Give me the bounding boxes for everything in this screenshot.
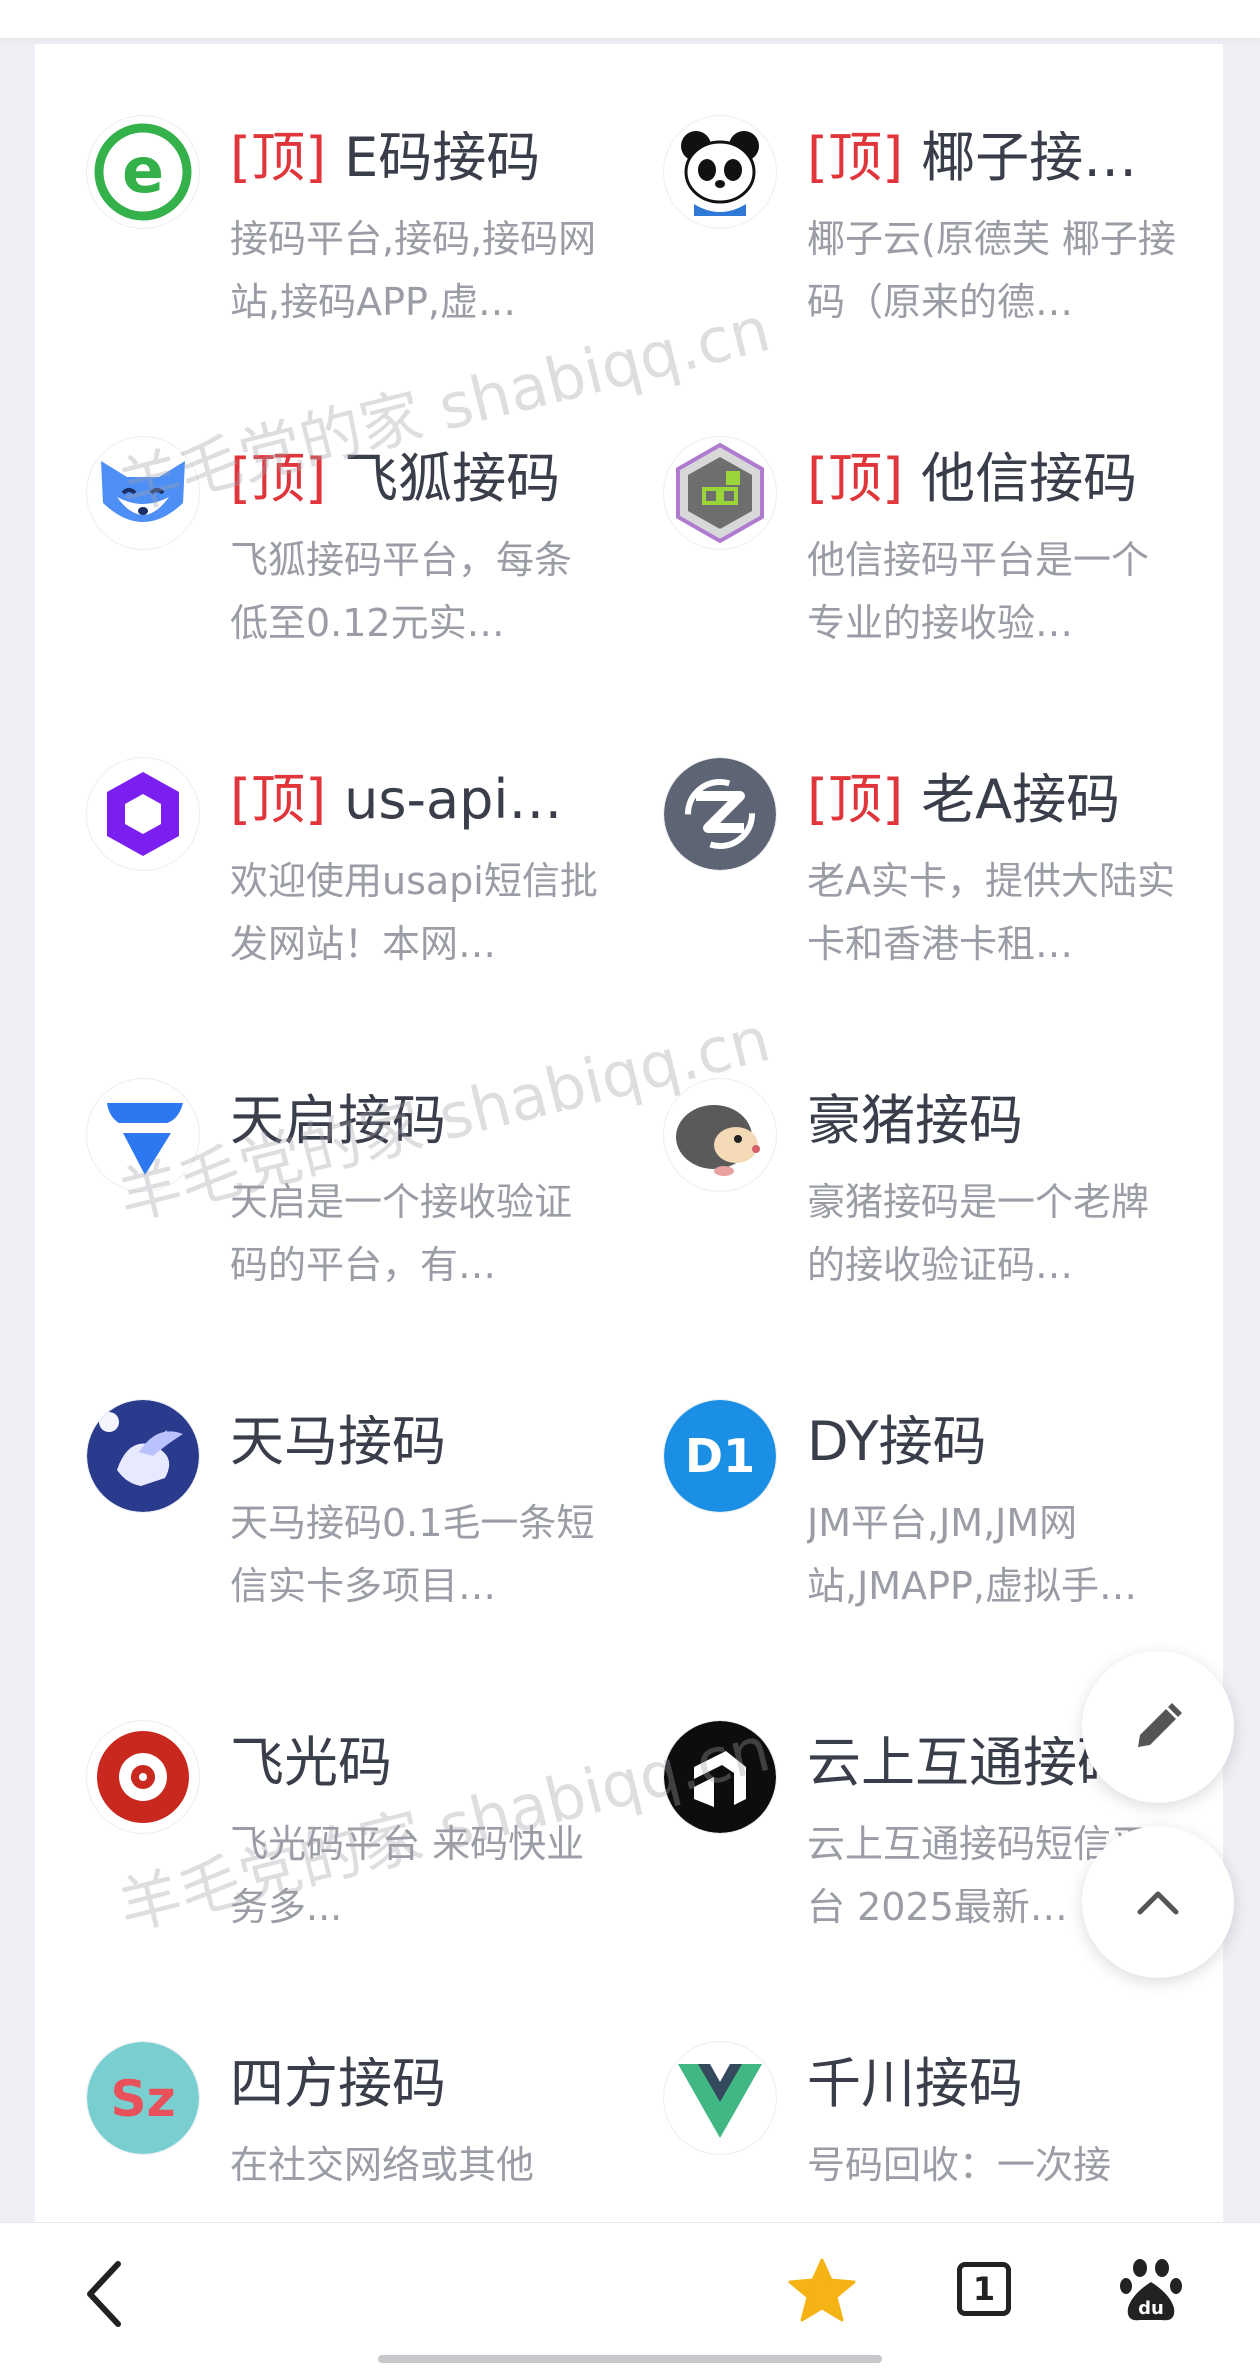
purple-hexagon-icon [87,758,199,870]
chevron-left-icon [87,2261,121,2327]
list-item-tianqi[interactable]: 天启接码 天启是一个接收验证码的平台，有… [87,1079,647,1339]
list-item-dy[interactable]: D1 DY接码 JM平台,JM,JM网站,JMAPP,虚拟手… [664,1400,1224,1660]
item-name: us-api… [344,768,563,831]
arrow-logo-icon [664,1721,776,1833]
bottom-nav-bar [0,2222,1260,2369]
item-name: 天马接码 [230,1410,446,1473]
item-desc: 飞狐接码平台，每条低至0.12元实… [230,538,573,645]
item-desc: 老A实卡，提供大陆实卡和香港卡租… [807,859,1175,966]
list-item-sifang[interactable]: Sz 四方接码 在社交网络或其他 [87,2042,647,2222]
item-title: 天马接码 [230,1406,620,1478]
list-item-yezi[interactable]: [顶] 椰子接… 椰子云(原德芙 椰子接码（原来的德… [664,116,1224,376]
item-title: [顶] 椰子接… [807,122,1197,194]
baidu-button[interactable]: du [1118,2258,1184,2324]
item-title: [顶] us-api… [230,764,620,836]
item-desc: 天马接码0.1毛一条短信实卡多项目… [230,1501,595,1608]
item-name: 椰子接… [921,126,1138,189]
pegasus-icon [87,1400,199,1512]
tabs-button[interactable]: 1 [957,2262,1011,2316]
item-desc: 豪猪接码是一个老牌的接收验证码… [807,1180,1150,1287]
top-tag: [顶] [807,768,904,831]
edit-button[interactable] [1082,1651,1234,1803]
item-name: 他信接码 [921,447,1138,510]
svg-text:e: e [122,134,164,207]
sz-logo-icon: Sz [87,2042,199,2154]
pencil-icon [1138,1703,1182,1747]
item-title: [顶] E码接码 [230,122,620,194]
top-tag: [顶] [807,447,904,510]
hexagon-cube-icon [664,437,776,549]
item-title: 天启接码 [230,1085,620,1157]
item-title: DY接码 [807,1406,1197,1478]
item-name: 四方接码 [230,2052,446,2115]
svg-text:du: du [1138,2298,1164,2319]
list-item-tianma[interactable]: 天马接码 天马接码0.1毛一条短信实卡多项目… [87,1400,647,1660]
item-title: [顶] 他信接码 [807,443,1197,515]
top-tag: [顶] [230,768,327,831]
star-icon [788,2258,856,2322]
item-name: 飞光码 [230,1731,392,1794]
item-desc: 他信接码平台是一个专业的接收验… [807,538,1150,645]
hedgehog-icon [664,1079,776,1191]
list-item-taxin[interactable]: [顶] 他信接码 他信接码平台是一个专业的接收验… [664,437,1224,697]
item-title: [顶] 飞狐接码 [230,443,620,515]
item-title: 飞光码 [230,1727,620,1799]
item-name: E码接码 [344,126,541,189]
blue-drop-icon [87,1079,199,1191]
top-tag: [顶] [230,447,327,510]
item-title: 千川接码 [807,2048,1197,2120]
item-name: 飞狐接码 [344,447,561,510]
item-desc: JM平台,JM,JM网站,JMAPP,虚拟手… [807,1501,1137,1608]
list-item-e-code[interactable]: e [顶] E码接码 接码平台,接码,接码网站,接码APP,虚… [87,116,647,376]
item-name: 天启接码 [230,1089,446,1152]
top-bar [0,0,1260,38]
red-emblem-icon [87,1721,199,1833]
item-desc: 接码平台,接码,接码网站,接码APP,虚… [230,217,597,324]
dy-logo-icon: D1 [664,1400,776,1512]
svg-text:D1: D1 [685,1429,755,1483]
chevron-up-icon [1137,1891,1179,1915]
list-item-laoa[interactable]: [顶] 老A接码 老A实卡，提供大陆实卡和香港卡租… [664,758,1224,1018]
item-title: [顶] 老A接码 [807,764,1197,836]
item-title: 豪猪接码 [807,1085,1197,1157]
content-card: e [顶] E码接码 接码平台,接码,接码网站,接码APP,虚… [顶] 椰子接… … [35,44,1223,2224]
item-desc: 椰子云(原德芙 椰子接码（原来的德… [807,217,1176,324]
item-name: 千川接码 [807,2052,1023,2115]
item-name: DY接码 [807,1410,987,1473]
scroll-top-button[interactable] [1082,1826,1234,1978]
item-desc: 欢迎使用usapi短信批发网站！本网… [230,859,598,966]
v-logo-icon [664,2042,776,2154]
favorite-button[interactable] [788,2258,856,2324]
list-item-haozhu[interactable]: 豪猪接码 豪猪接码是一个老牌的接收验证码… [664,1079,1224,1339]
item-desc: 天启是一个接收验证码的平台，有… [230,1180,573,1287]
fox-icon [87,437,199,549]
top-tag: [顶] [807,126,904,189]
back-button[interactable] [80,2258,130,2330]
list-item-feihu[interactable]: [顶] 飞狐接码 飞狐接码平台，每条低至0.12元实… [87,437,647,697]
item-desc: 飞光码平台 来码快业务多... [230,1822,585,1929]
item-name: 豪猪接码 [807,1089,1023,1152]
item-desc: 号码回收：一次接 [807,2143,1112,2187]
list-item-feiguang[interactable]: 飞光码 飞光码平台 来码快业务多... [87,1721,647,1981]
paw-icon: du [1120,2259,1182,2321]
list-item-usapi[interactable]: [顶] us-api… 欢迎使用usapi短信批发网站！本网… [87,758,647,1018]
panda-icon [664,116,776,228]
svg-text:Sz: Sz [110,2070,175,2128]
item-title: 四方接码 [230,2048,620,2120]
top-tag: [顶] [230,126,327,189]
z-logo-icon [664,758,776,870]
item-desc: 在社交网络或其他 [230,2143,535,2187]
list-item-qianchuan[interactable]: 千川接码 号码回收：一次接 [664,2042,1224,2222]
e-logo-icon: e [87,116,199,228]
item-name: 老A接码 [921,768,1121,831]
home-indicator[interactable] [378,2355,882,2363]
